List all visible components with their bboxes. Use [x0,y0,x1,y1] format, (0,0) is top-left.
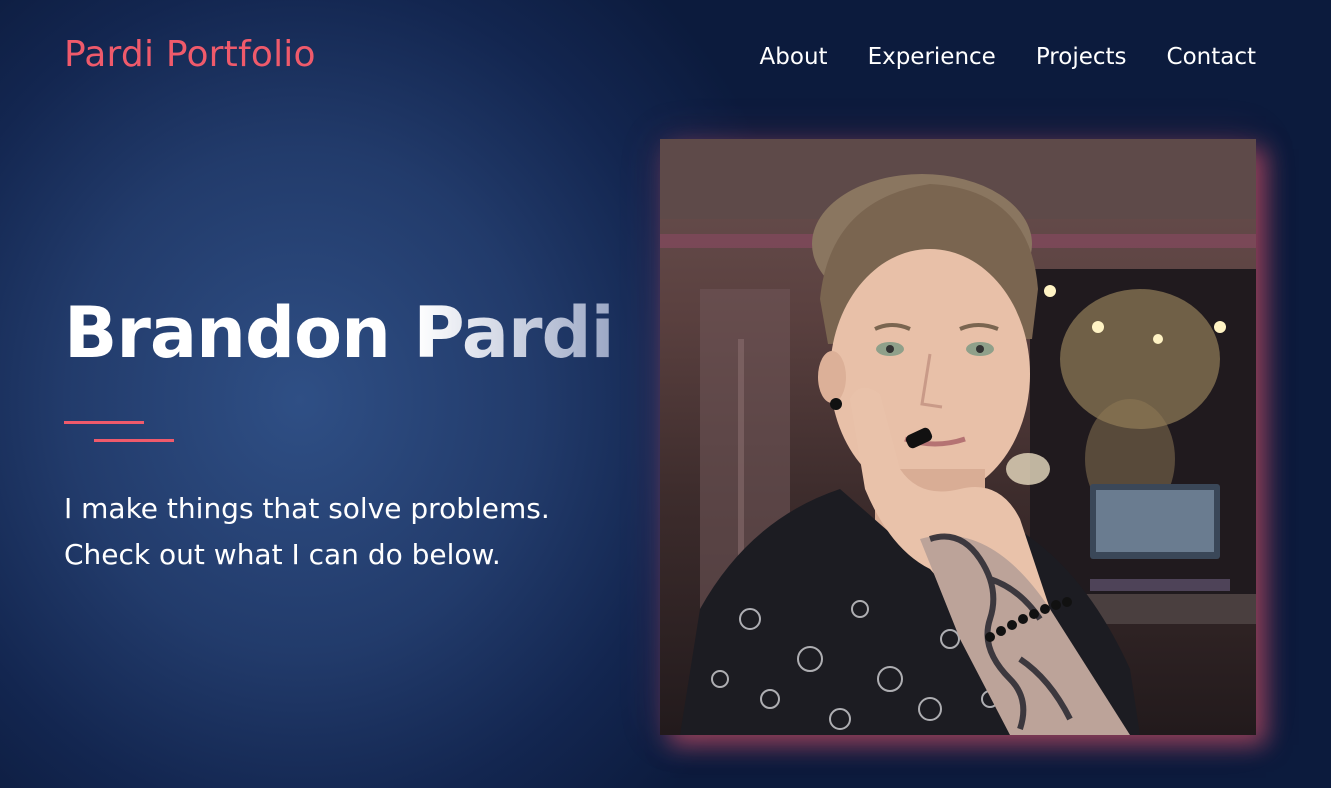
tagline-line-2: Check out what I can do below. [64,538,501,571]
nav-link-experience[interactable]: Experience [868,44,996,70]
accent-divider-top [64,421,144,424]
main-nav: About Experience Projects Contact [760,44,1256,70]
profile-photo [660,139,1256,735]
nav-link-contact[interactable]: Contact [1167,44,1256,70]
hero-tagline: I make things that solve problems. Check… [64,486,550,578]
tagline-line-1: I make things that solve problems. [64,492,550,525]
accent-divider-bottom [94,439,174,442]
nav-link-projects[interactable]: Projects [1036,44,1127,70]
hero-name-heading: Brandon Pardi [64,292,615,374]
brand-logo-link[interactable]: Pardi Portfolio [64,34,316,75]
nav-link-about[interactable]: About [760,44,828,70]
